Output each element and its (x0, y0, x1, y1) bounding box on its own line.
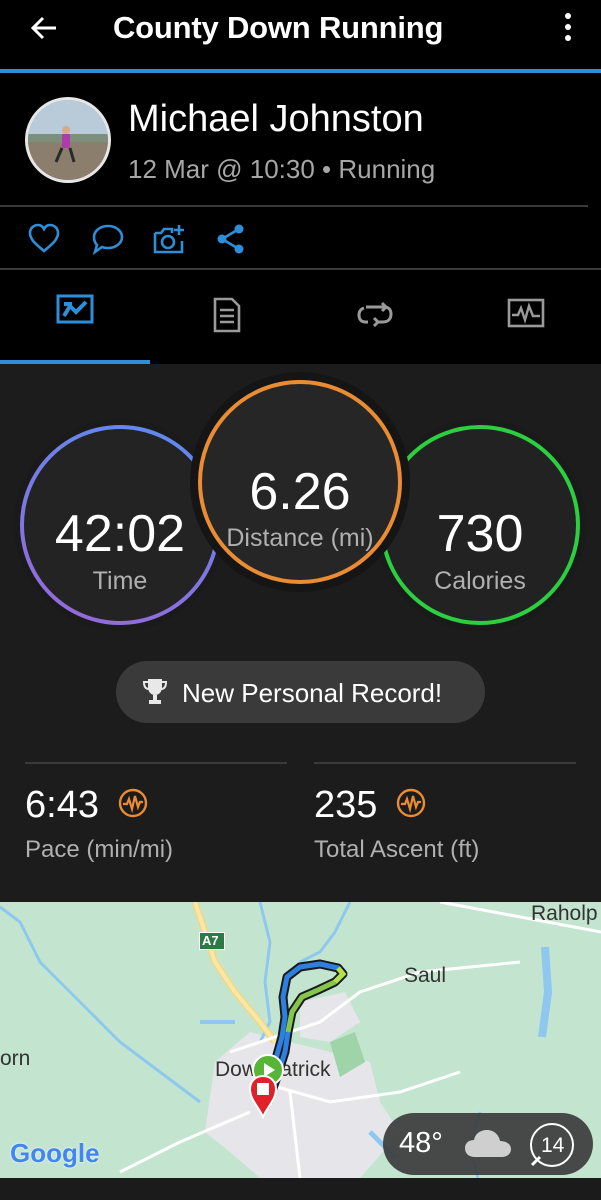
distance-circle: 6.26 Distance (mi) (198, 380, 402, 584)
trophy-icon (142, 679, 168, 704)
like-icon[interactable] (27, 222, 61, 256)
google-logo: Google (10, 1138, 100, 1168)
finish-marker-icon (248, 1074, 278, 1119)
time-circle: 42:02 Time (20, 425, 220, 625)
avatar[interactable] (25, 97, 111, 183)
more-options-icon[interactable] (558, 10, 578, 44)
page-title: County Down Running (113, 10, 444, 45)
tab-charts[interactable] (450, 270, 600, 362)
calories-label: Calories (434, 567, 526, 595)
share-icon[interactable] (214, 222, 248, 256)
road-shield: A7 (199, 932, 225, 950)
document-icon (213, 297, 241, 333)
temperature: 48° (399, 1127, 443, 1159)
ascent-label: Total Ascent (ft) (314, 836, 480, 863)
distance-value: 6.26 (249, 463, 351, 521)
personal-record-button[interactable]: New Personal Record! (116, 661, 485, 723)
laps-icon (357, 301, 393, 328)
activity-meta: 12 Mar @ 10:30 • Running (128, 154, 436, 184)
action-bar (0, 222, 300, 258)
pace-value: 6:43 (25, 784, 99, 826)
time-value: 42:02 (54, 505, 186, 563)
personal-record-label: New Personal Record! (182, 678, 443, 708)
ascent-trend-icon[interactable] (396, 788, 426, 818)
place-label: Raholp (531, 902, 598, 925)
tab-laps[interactable] (300, 270, 450, 362)
divider (0, 205, 588, 207)
cloud-icon (465, 1130, 511, 1157)
header-accent-line (0, 69, 601, 73)
ascent-value: 235 (314, 784, 378, 826)
calories-circle: 730 Calories (380, 425, 580, 625)
calories-value: 730 (436, 505, 524, 563)
back-arrow-icon[interactable] (28, 12, 60, 44)
tab-bar (0, 270, 601, 362)
road-label: A7 (202, 933, 219, 948)
wind-speed: 14 (541, 1134, 565, 1157)
time-label: Time (92, 567, 148, 595)
divider (314, 762, 576, 764)
tab-stats[interactable] (0, 270, 150, 362)
weather-badge[interactable]: 48° 14 (383, 1113, 593, 1175)
divider (25, 762, 287, 764)
athlete-name[interactable]: Michael Johnston (128, 98, 424, 141)
chart-icon (507, 298, 545, 328)
pace-trend-icon[interactable] (118, 788, 148, 818)
place-label: Saul (404, 964, 447, 987)
tab-details[interactable] (150, 270, 300, 362)
app-bar: County Down Running (0, 0, 601, 70)
place-label: orn (0, 1047, 31, 1070)
distance-label: Distance (mi) (226, 524, 374, 552)
comment-icon[interactable] (91, 222, 125, 256)
bottom-strip (0, 1178, 601, 1200)
stats-icon (56, 294, 94, 324)
add-photo-icon[interactable] (152, 222, 186, 256)
pace-label: Pace (min/mi) (25, 836, 174, 863)
